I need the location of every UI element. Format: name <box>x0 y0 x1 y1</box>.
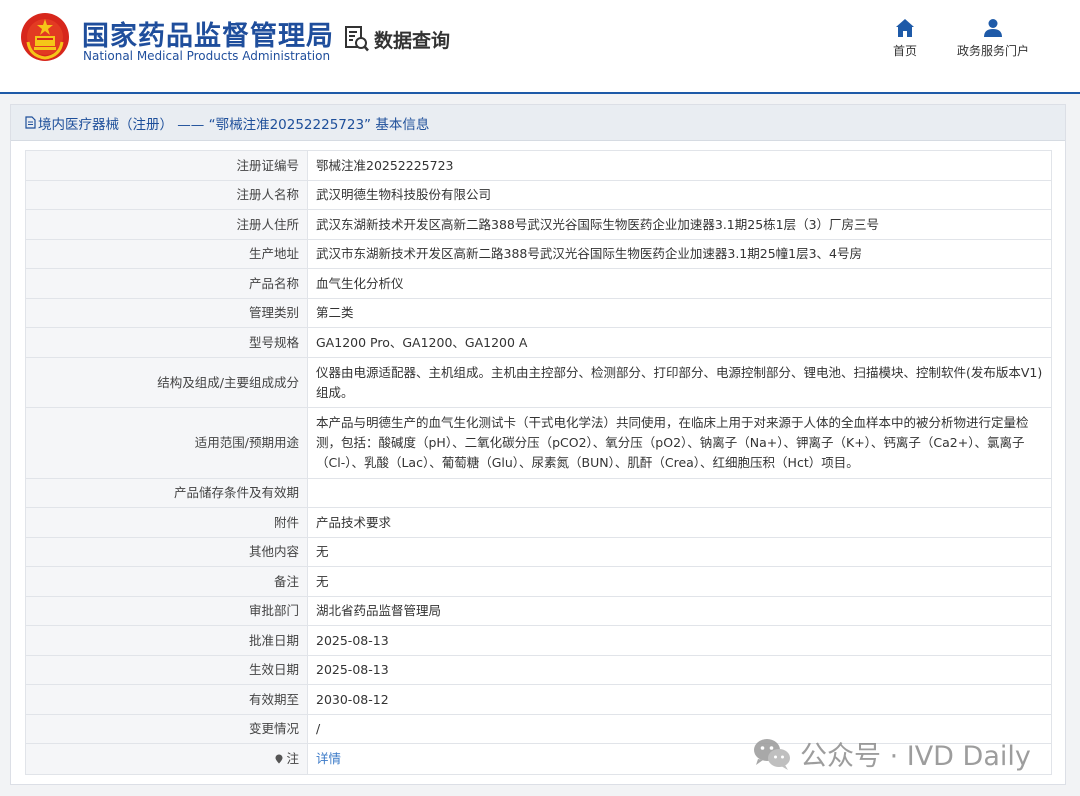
table-row: 注册人住所 武汉东湖新技术开发区高新二路388号武汉光谷国际生物医药企业加速器3.… <box>25 209 1052 240</box>
row-key: 备注 <box>25 566 308 597</box>
row-key: 附件 <box>25 507 308 538</box>
table-row: 附件 产品技术要求 <box>25 507 1052 538</box>
row-key: 产品名称 <box>25 268 308 299</box>
row-value: 武汉明德生物科技股份有限公司 <box>307 180 1052 210</box>
agency-name-cn: 国家药品监督管理局 <box>82 21 334 52</box>
data-query-title: 数据查询 <box>344 24 450 54</box>
row-value: 无 <box>307 566 1052 597</box>
document-icon <box>25 116 36 129</box>
row-value: 2025-08-13 <box>307 655 1052 685</box>
detail-panel: 境内医疗器械（注册） —— “鄂械注准20252225723” 基本信息 注册证… <box>10 104 1066 785</box>
user-icon <box>984 19 1002 37</box>
table-row: 批准日期 2025-08-13 <box>25 625 1052 656</box>
table-row: 审批部门 湖北省药品监督管理局 <box>25 596 1052 626</box>
table-row: 型号规格 GA1200 Pro、GA1200、GA1200 A <box>25 327 1052 358</box>
row-value: 血气生化分析仪 <box>307 268 1052 299</box>
header-divider <box>0 92 1080 94</box>
row-value: 鄂械注准20252225723 <box>307 150 1052 181</box>
row-value: GA1200 Pro、GA1200、GA1200 A <box>307 327 1052 358</box>
info-table: 注册证编号 鄂械注准20252225723 注册人名称 武汉明德生物科技股份有限公司… <box>25 150 1052 775</box>
nav-service-portal-label: 政务服务门户 <box>956 44 1029 58</box>
row-key: 生产地址 <box>25 239 308 269</box>
site-header: 国家药品监督管理局 National Medical Products Admi… <box>0 0 1080 92</box>
nav-service-portal[interactable]: 政务服务门户 <box>952 18 1034 59</box>
wechat-icon <box>754 738 790 770</box>
row-value <box>307 478 1052 508</box>
row-key: 其他内容 <box>25 537 308 567</box>
row-value: 2025-08-13 <box>307 625 1052 656</box>
table-row: 管理类别 第二类 <box>25 298 1052 328</box>
nav-home[interactable]: 首页 <box>880 18 930 59</box>
row-value: 无 <box>307 537 1052 567</box>
row-key: 产品储存条件及有效期 <box>25 478 308 508</box>
table-row: 产品名称 血气生化分析仪 <box>25 268 1052 299</box>
home-icon <box>896 19 914 37</box>
row-key: 有效期至 <box>25 684 308 715</box>
row-key-note: 注 <box>25 743 308 775</box>
row-key-label: 注 <box>286 751 299 766</box>
pin-icon <box>275 754 283 764</box>
row-key: 型号规格 <box>25 327 308 358</box>
table-row: 注册证编号 鄂械注准20252225723 <box>25 150 1052 181</box>
table-row: 注册人名称 武汉明德生物科技股份有限公司 <box>25 180 1052 210</box>
row-key: 结构及组成/主要组成成分 <box>25 357 308 408</box>
table-row: 结构及组成/主要组成成分 仪器由电源适配器、主机组成。主机由主控部分、检测部分、打… <box>25 357 1052 408</box>
table-row: 适用范围/预期用途 本产品与明德生产的血气生化测试卡（干式电化学法）共同使用，在临… <box>25 407 1052 479</box>
row-value: 第二类 <box>307 298 1052 328</box>
watermark-text: 公众号 · IVD Daily <box>800 741 1031 772</box>
row-key: 管理类别 <box>25 298 308 328</box>
watermark: 公众号 · IVD Daily <box>752 734 1031 773</box>
row-key: 生效日期 <box>25 655 308 685</box>
row-key: 注册人住所 <box>25 209 308 240</box>
row-key: 适用范围/预期用途 <box>25 407 308 479</box>
panel-title: 境内医疗器械（注册） —— “鄂械注准20252225723” 基本信息 <box>38 116 430 133</box>
row-value: 2030-08-12 <box>307 684 1052 715</box>
national-emblem-icon <box>21 13 69 61</box>
row-value: 本产品与明德生产的血气生化测试卡（干式电化学法）共同使用，在临床上用于对来源于人… <box>307 407 1052 479</box>
row-key: 审批部门 <box>25 596 308 626</box>
table-row: 其他内容无 <box>25 537 1052 567</box>
row-key: 注册人名称 <box>25 180 308 210</box>
details-link[interactable]: 详情 <box>316 751 341 766</box>
nav-home-label: 首页 <box>892 44 917 58</box>
row-value: 武汉市东湖新技术开发区高新二路388号武汉光谷国际生物医药企业加速器3.1期25… <box>307 239 1052 269</box>
row-value: 武汉东湖新技术开发区高新二路388号武汉光谷国际生物医药企业加速器3.1期25栋… <box>307 209 1052 240</box>
row-value: 仪器由电源适配器、主机组成。主机由主控部分、检测部分、打印部分、电源控制部分、锂… <box>307 357 1052 408</box>
agency-name-en: National Medical Products Administration <box>83 49 331 63</box>
row-value: 产品技术要求 <box>307 507 1052 538</box>
table-row: 备注无 <box>25 566 1052 597</box>
row-key: 变更情况 <box>25 714 308 744</box>
table-row: 有效期至 2030-08-12 <box>25 684 1052 715</box>
data-query-label: 数据查询 <box>374 29 451 52</box>
document-search-icon <box>345 26 369 52</box>
row-value: 湖北省药品监督管理局 <box>307 596 1052 626</box>
table-row: 产品储存条件及有效期 <box>25 478 1052 508</box>
row-key: 批准日期 <box>25 625 308 656</box>
panel-header: 境内医疗器械（注册） —— “鄂械注准20252225723” 基本信息 <box>11 105 1065 141</box>
table-row: 生效日期 2025-08-13 <box>25 655 1052 685</box>
row-key: 注册证编号 <box>25 150 308 181</box>
table-row: 生产地址 武汉市东湖新技术开发区高新二路388号武汉光谷国际生物医药企业加速器3.… <box>25 239 1052 269</box>
info-table-container: 注册证编号 鄂械注准20252225723 注册人名称 武汉明德生物科技股份有限公司… <box>25 150 1052 775</box>
